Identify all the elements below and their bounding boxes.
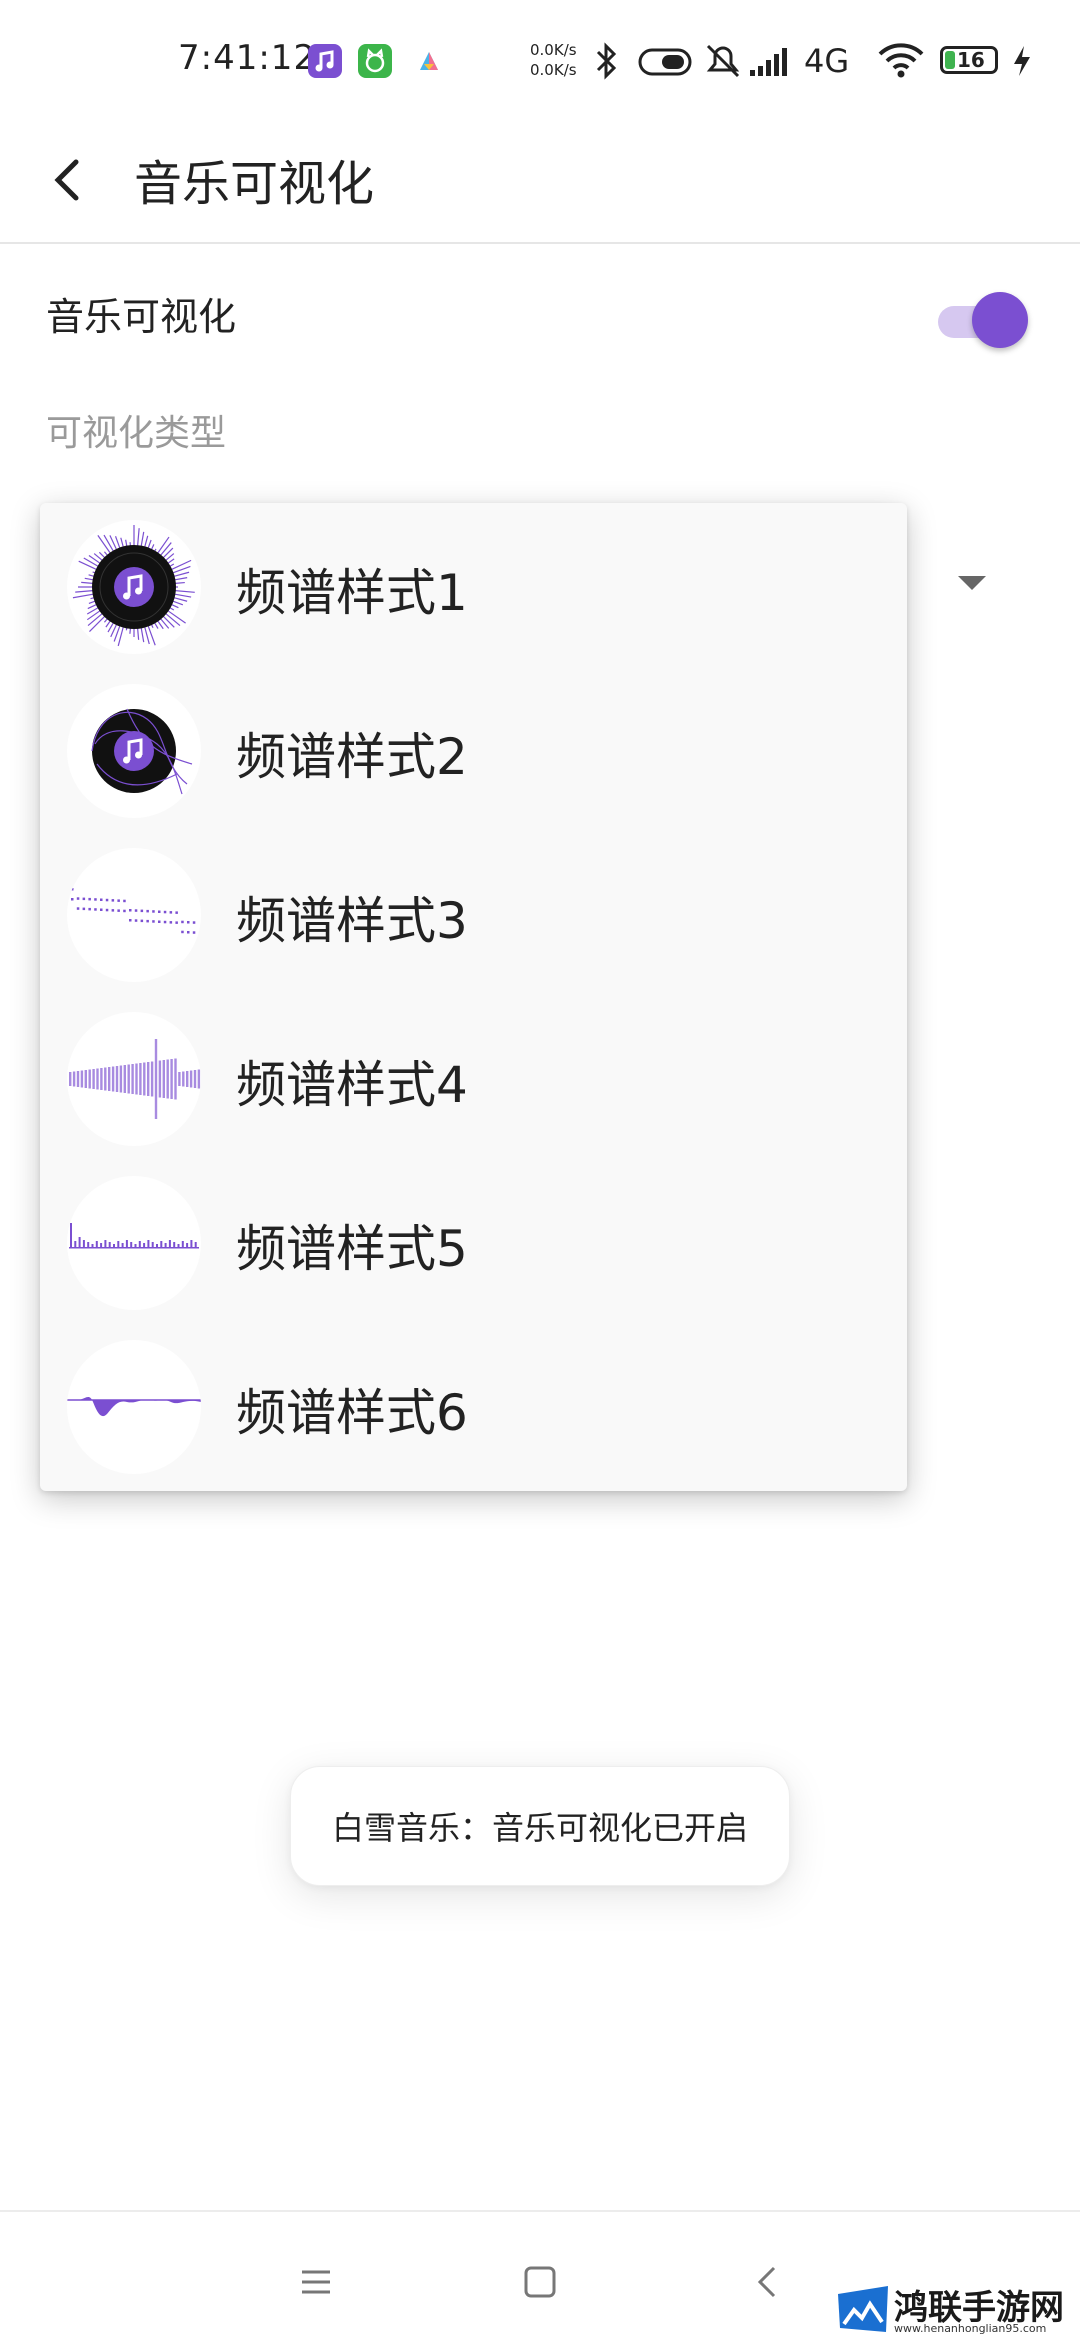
menu-item-style-4[interactable]: 频谱样式4 xyxy=(40,997,907,1161)
page-title: 音乐可视化 xyxy=(134,144,374,214)
menu-item-label: 频谱样式4 xyxy=(236,1045,468,1117)
triangle-app-icon xyxy=(412,44,446,78)
menu-item-label: 频谱样式6 xyxy=(236,1373,468,1445)
visualization-setting-row[interactable]: 音乐可视化 xyxy=(0,244,1080,374)
menu-item-label: 频谱样式2 xyxy=(236,717,468,789)
battery-icon: 16 xyxy=(940,46,998,74)
menu-item-label: 频谱样式1 xyxy=(236,553,468,625)
menu-icon[interactable] xyxy=(296,2262,336,2302)
status-time: 7:41:12 xyxy=(178,38,316,78)
dots-spectrum-icon xyxy=(67,848,201,982)
menu-item-label: 频谱样式3 xyxy=(236,881,468,953)
bars-waveform-icon xyxy=(67,1012,201,1146)
back-button[interactable] xyxy=(40,140,100,220)
watermark-logo-icon xyxy=(836,2284,890,2334)
battery-level-fill xyxy=(945,51,955,69)
watermark-url: www.henanhonglian95.com xyxy=(894,2322,1046,2335)
status-bar: 7:41:12 0.0K/s 0.0K/s 4G xyxy=(0,0,1080,120)
dropdown-arrow-icon[interactable] xyxy=(958,576,986,590)
status-icons xyxy=(590,40,810,84)
menu-item-label: 频谱样式5 xyxy=(236,1209,468,1281)
network-speed: 0.0K/s 0.0K/s xyxy=(530,40,577,80)
menu-item-style-6[interactable]: 频谱样式6 xyxy=(40,1325,907,1489)
visualization-type-menu: 频谱样式1 频谱样式2 频谱样式3 频谱样式4 xyxy=(40,503,907,1491)
chevron-left-icon xyxy=(40,140,100,220)
toast: 白雪音乐：音乐可视化已开启 xyxy=(290,1766,790,1886)
radial-spectrum-icon xyxy=(67,520,201,654)
baseline-bars-icon xyxy=(67,1176,201,1310)
net-down-text: 0.0K/s xyxy=(530,60,577,80)
signal-icon xyxy=(750,48,787,76)
filled-wave-icon xyxy=(67,1340,201,1474)
toast-text: 白雪音乐：音乐可视化已开启 xyxy=(291,1803,789,1849)
charging-icon xyxy=(1010,44,1034,78)
toggle-status-icon xyxy=(640,50,690,74)
network-type: 4G xyxy=(804,42,849,80)
setting-label: 音乐可视化 xyxy=(46,286,236,341)
net-up-text: 0.0K/s xyxy=(530,40,577,60)
menu-item-style-2[interactable]: 频谱样式2 xyxy=(40,669,907,833)
section-label: 可视化类型 xyxy=(46,404,226,456)
menu-item-style-3[interactable]: 频谱样式3 xyxy=(40,833,907,997)
menu-item-style-1[interactable]: 频谱样式1 xyxy=(40,505,907,669)
wave-spectrum-icon xyxy=(67,684,201,818)
watermark: 鸿联手游网 www.henanhonglian95.com xyxy=(832,2278,1080,2340)
mute-bell-icon xyxy=(708,46,738,76)
visualization-toggle[interactable] xyxy=(938,288,1026,348)
home-square-icon[interactable] xyxy=(520,2262,560,2302)
back-chevron-icon[interactable] xyxy=(748,2262,788,2302)
bluetooth-icon xyxy=(598,46,614,76)
menu-item-style-5[interactable]: 频谱样式5 xyxy=(40,1161,907,1325)
music-app-icon xyxy=(308,44,342,78)
wifi-icon xyxy=(876,40,926,80)
battery-text: 16 xyxy=(957,48,985,72)
cat-app-icon xyxy=(358,44,392,78)
app-bar: 音乐可视化 xyxy=(0,120,1080,244)
toggle-thumb xyxy=(972,292,1028,348)
